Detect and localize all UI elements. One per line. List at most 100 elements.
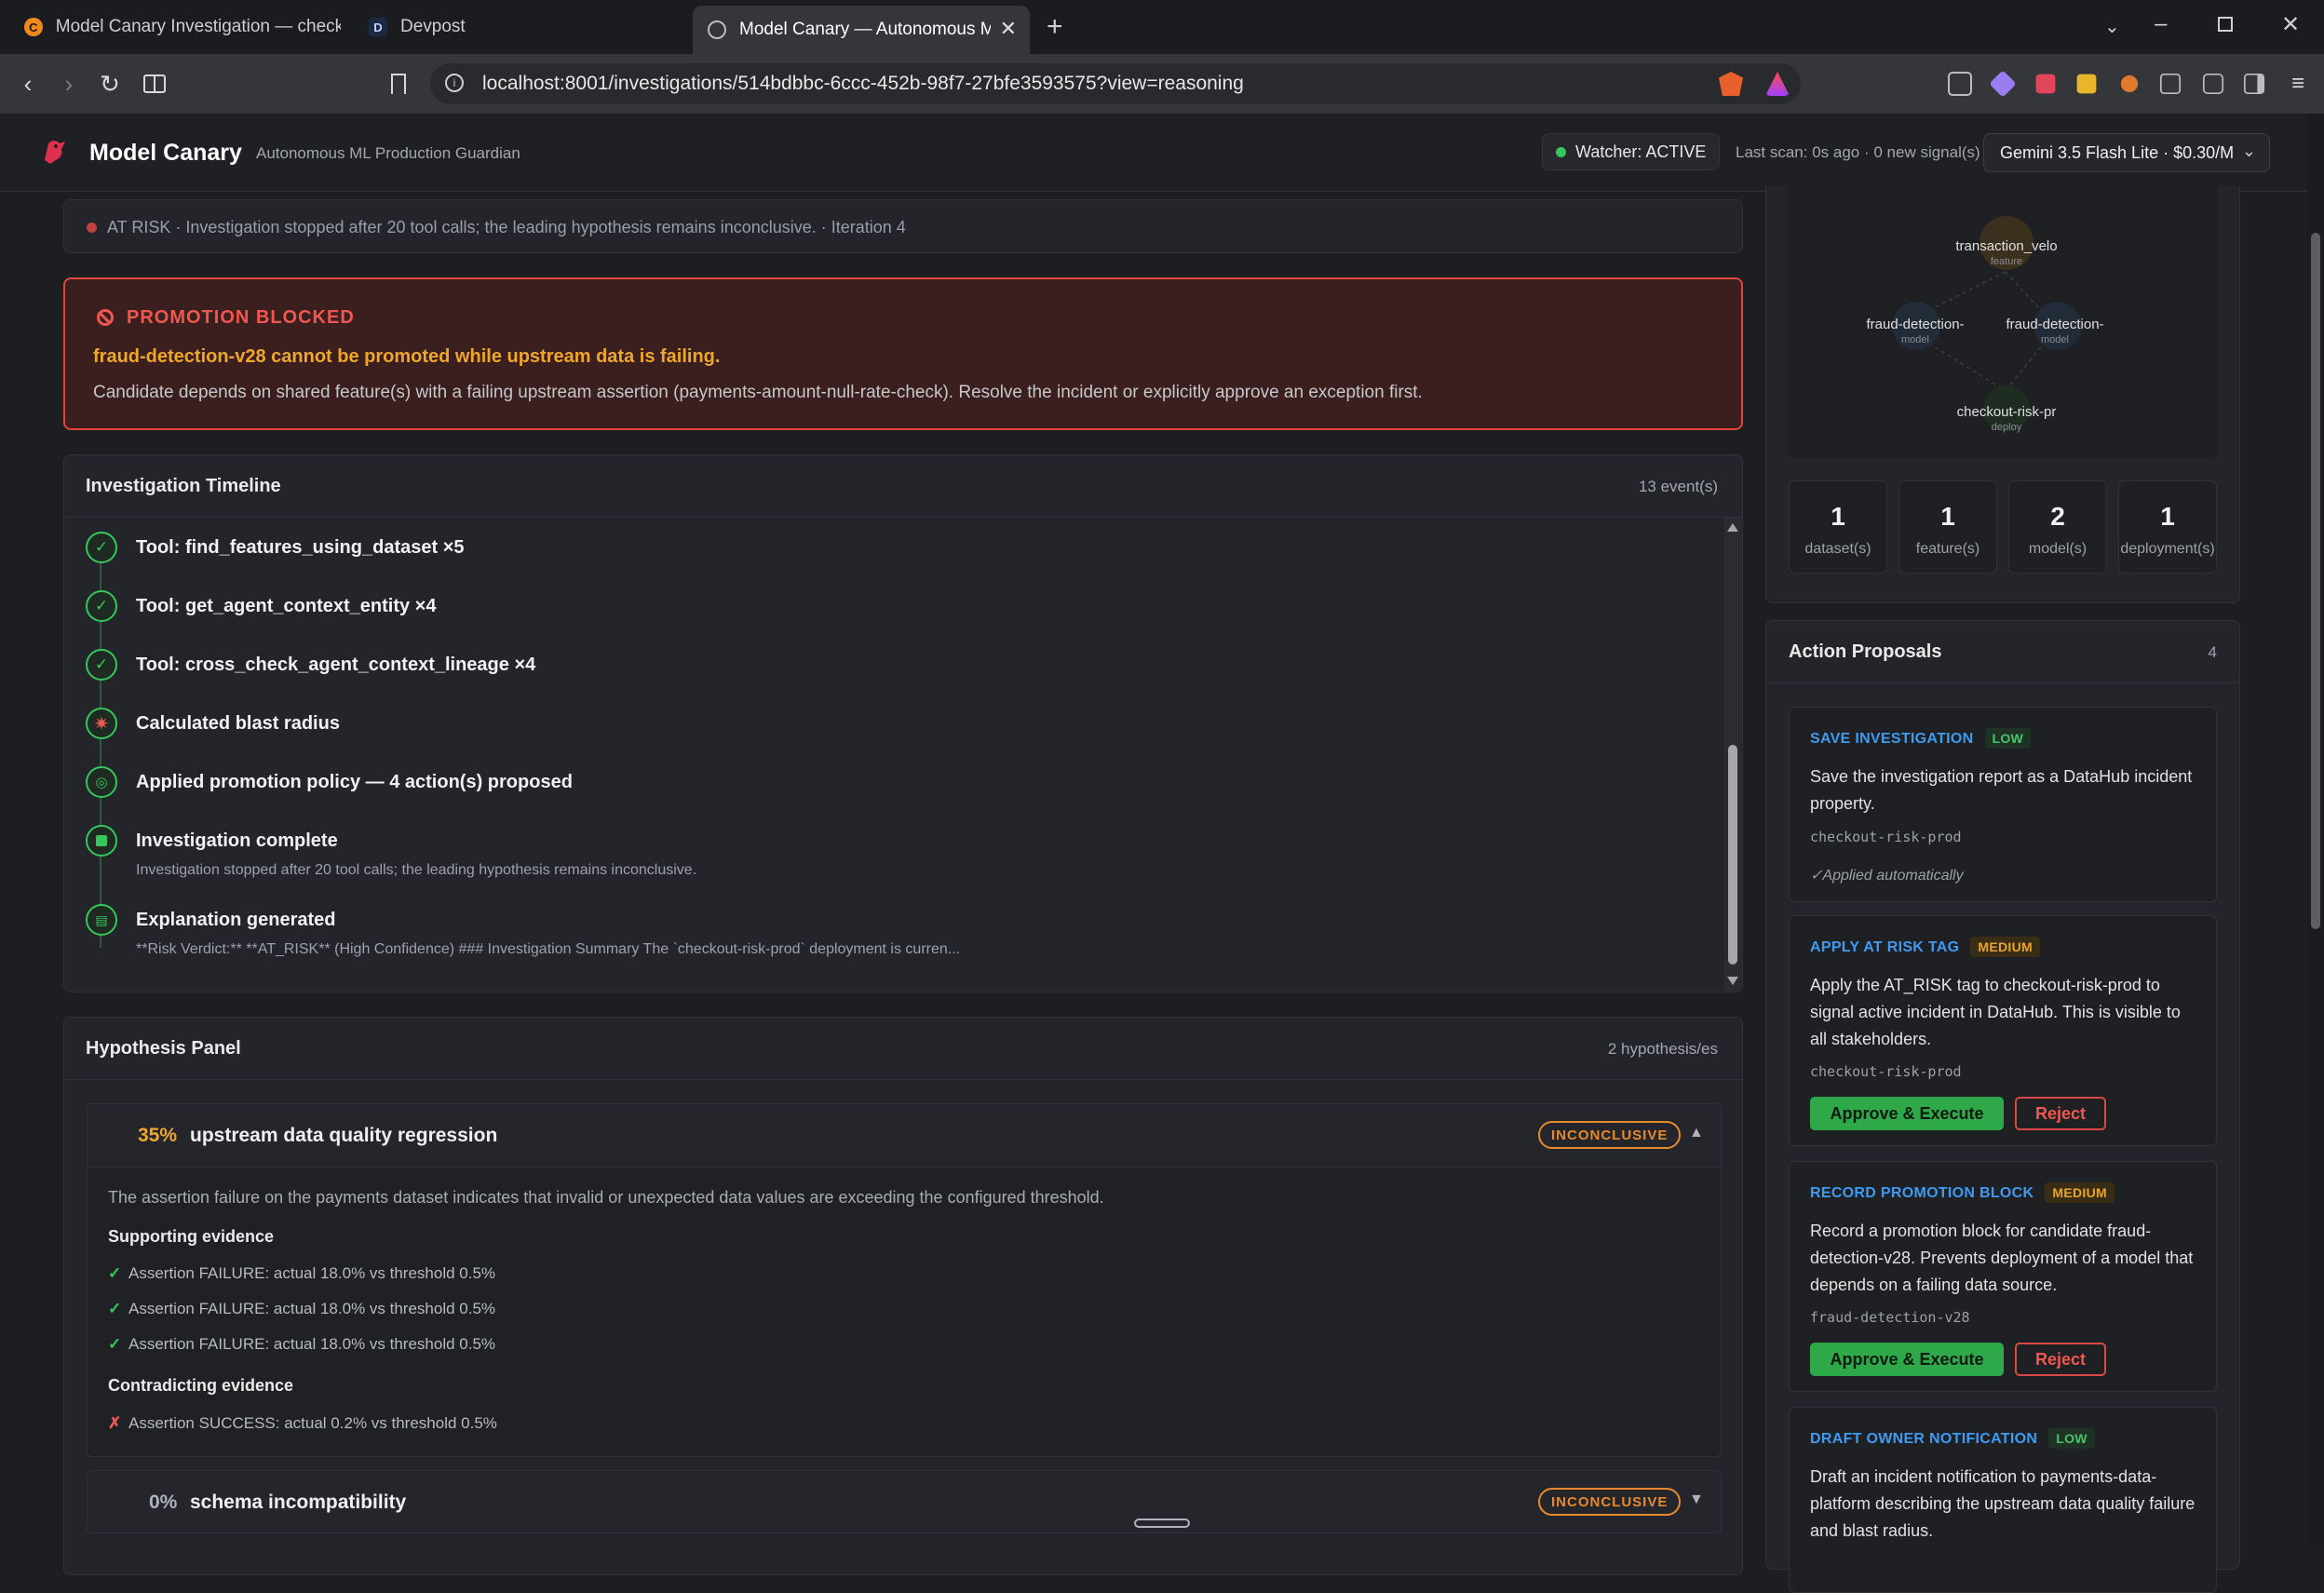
extensions-puzzle-icon[interactable] <box>2202 73 2224 95</box>
severity-badge: LOW <box>2048 1428 2095 1449</box>
evidence-text: Assertion FAILURE: actual 18.0% vs thres… <box>128 1300 496 1317</box>
evidence-item: ✓ Assertion FAILURE: actual 18.0% vs thre… <box>108 1264 495 1283</box>
proposal-description: Record a promotion block for candidate f… <box>1810 1222 2194 1294</box>
divider <box>64 517 1742 518</box>
timeline-item-title: Tool: cross_check_agent_context_lineage … <box>136 655 536 675</box>
proposal-title: APPLY AT RISK TAG MEDIUM <box>1810 937 2040 957</box>
scroll-up-icon[interactable] <box>1727 523 1738 532</box>
node-label: checkout-risk-pr <box>1956 404 2057 420</box>
tab-model-canary[interactable]: Model Canary — Autonomous M ✕ <box>693 6 1030 54</box>
hypothesis-confidence: 0% <box>149 1492 178 1513</box>
graph-node-model[interactable]: fraud-detection-model <box>1994 317 2115 345</box>
node-type: model <box>2041 334 2069 345</box>
blocked-icon <box>97 309 114 326</box>
menu-icon[interactable]: ≡ <box>2283 69 2313 99</box>
expand-caret-icon[interactable]: ▼ <box>1689 1492 1704 1508</box>
watcher-label: Watcher: ACTIVE <box>1575 142 1707 161</box>
minimize-icon[interactable]: – <box>2155 11 2167 37</box>
timeline-item-title: Calculated blast radius <box>136 713 340 734</box>
hypothesis-name: upstream data quality regression <box>190 1125 498 1146</box>
graph-node-feature[interactable]: transaction_velo feature <box>1946 238 2067 267</box>
hypothesis-confidence: 35% <box>138 1125 178 1146</box>
collapse-caret-icon[interactable]: ▲ <box>1689 1125 1704 1141</box>
tab-label: Model Canary — Autonomous M <box>739 20 991 39</box>
yellow-extension-icon[interactable] <box>2076 74 2097 94</box>
status-dot-icon <box>1556 146 1566 157</box>
url-field[interactable]: i localhost:8001/investigations/514bdbbc… <box>430 63 1801 104</box>
document-icon: ▤ <box>86 904 117 936</box>
lineage-graph[interactable]: transaction_velo feature fraud-detection-… <box>1788 186 2218 458</box>
canary-favicon-icon: C <box>24 18 43 36</box>
model-select-value: Gemini 3.5 Flash Lite · $0.30/M <box>2000 142 2235 162</box>
new-tab-icon[interactable]: + <box>1047 11 1063 43</box>
timeline-item-subtitle: Investigation stopped after 20 tool call… <box>136 862 697 878</box>
scroll-down-icon[interactable] <box>1727 977 1738 985</box>
tab-investigation[interactable]: C Model Canary Investigation — check <box>15 7 341 47</box>
reject-button[interactable]: Reject <box>2015 1097 2106 1130</box>
side-panel-icon[interactable] <box>2243 73 2265 95</box>
graph-node-model[interactable]: fraud-detection-model <box>1855 317 1976 345</box>
timeline-item-title: Applied promotion policy — 4 action(s) p… <box>136 772 573 792</box>
evidence-text: Assertion FAILURE: actual 18.0% vs thres… <box>128 1335 496 1353</box>
proposal-entity: fraud-detection-v28 <box>1810 1309 1970 1326</box>
proposal-title-text: SAVE INVESTIGATION <box>1810 731 1974 747</box>
risk-status-text: AT RISK · Investigation stopped after 20… <box>107 218 906 236</box>
vpn-shield-icon[interactable] <box>1948 72 1972 96</box>
page-scroll-thumb[interactable] <box>2311 233 2320 929</box>
page-scrollbar[interactable] <box>2307 114 2324 1548</box>
stat-label: dataset(s) <box>1804 541 1871 557</box>
timeline-title: Investigation Timeline <box>86 476 281 496</box>
timeline-item-title: Explanation generated <box>136 910 336 930</box>
stat-number: 1 <box>1940 502 1955 531</box>
stop-icon <box>86 825 117 857</box>
tab-devpost[interactable]: D Devpost <box>361 7 669 47</box>
reload-icon[interactable]: ↻ <box>95 69 125 99</box>
applied-status: ✓Applied automatically <box>1810 868 1964 884</box>
close-tab-icon[interactable]: ✕ <box>1000 17 1017 41</box>
reject-button[interactable]: Reject <box>2015 1343 2106 1376</box>
approve-execute-button[interactable]: Approve & Execute <box>1810 1097 2004 1130</box>
check-icon: ✓ <box>86 532 117 563</box>
model-select[interactable]: Gemini 3.5 Flash Lite · $0.30/M ⌄ <box>1983 133 2270 172</box>
evidence-item: ✓ Assertion FAILURE: actual 18.0% vs thre… <box>108 1335 495 1354</box>
calendar-extension-icon[interactable] <box>2159 73 2182 95</box>
hypothesis-count: 2 hypothesis/es <box>1607 1040 1718 1058</box>
tab-search-chevron-icon[interactable]: ⌄ <box>2104 15 2120 38</box>
timeline-scrollbar[interactable] <box>1724 518 1741 991</box>
evidence-text: Assertion SUCCESS: actual 0.2% vs thresh… <box>128 1414 497 1432</box>
proposal-title: SAVE INVESTIGATION LOW <box>1810 728 2032 749</box>
bookmark-icon[interactable] <box>384 69 413 99</box>
proposal-description: Draft an incident notification to paymen… <box>1810 1467 2196 1540</box>
back-icon[interactable]: ‹ <box>13 69 43 99</box>
browser-tab-bar: C Model Canary Investigation — check D D… <box>0 0 2324 54</box>
chevron-down-icon: ⌄ <box>2241 142 2256 160</box>
proposal-description: Apply the AT_RISK tag to checkout-risk-p… <box>1810 976 2181 1048</box>
tab-label: Devpost <box>400 17 466 36</box>
scroll-thumb[interactable] <box>1728 745 1737 965</box>
devpost-favicon-icon: D <box>369 18 387 36</box>
sun-extension-icon[interactable] <box>2120 74 2139 93</box>
close-window-icon[interactable]: ✕ <box>2281 11 2300 38</box>
stat-label: model(s) <box>2028 541 2088 557</box>
hypothesis-card[interactable]: 0% schema incompatibility INCONCLUSIVE ▼ <box>87 1470 1722 1533</box>
actions-title: Action Proposals <box>1789 641 1942 662</box>
forward-icon[interactable]: › <box>54 69 84 99</box>
proposal-entity: checkout-risk-prod <box>1810 829 1962 845</box>
hypothesis-title: Hypothesis Panel <box>86 1038 241 1059</box>
horizontal-scroll-handle[interactable] <box>1134 1519 1190 1528</box>
globe-icon <box>708 20 726 39</box>
approve-execute-button[interactable]: Approve & Execute <box>1810 1343 2004 1376</box>
severity-badge: MEDIUM <box>2045 1182 2115 1203</box>
site-info-icon[interactable]: i <box>445 74 464 92</box>
proposal-title-text: RECORD PROMOTION BLOCK <box>1810 1185 2034 1201</box>
status-badge: INCONCLUSIVE <box>1538 1121 1682 1149</box>
sidebar-toggle-icon[interactable] <box>140 69 169 99</box>
hypothesis-card: 35% upstream data quality regression INC… <box>87 1103 1722 1457</box>
graph-node-deploy[interactable]: checkout-risk-pr deploy <box>1946 404 2067 433</box>
blocked-title: PROMOTION BLOCKED <box>127 307 355 328</box>
red-extension-icon[interactable] <box>2035 74 2056 94</box>
promotion-blocked-banner: PROMOTION BLOCKED fraud-detection-v28 ca… <box>63 277 1743 430</box>
restore-icon[interactable] <box>2218 17 2233 32</box>
stat-label: feature(s) <box>1915 541 1980 557</box>
watcher-status-pill[interactable]: Watcher: ACTIVE <box>1542 133 1721 170</box>
